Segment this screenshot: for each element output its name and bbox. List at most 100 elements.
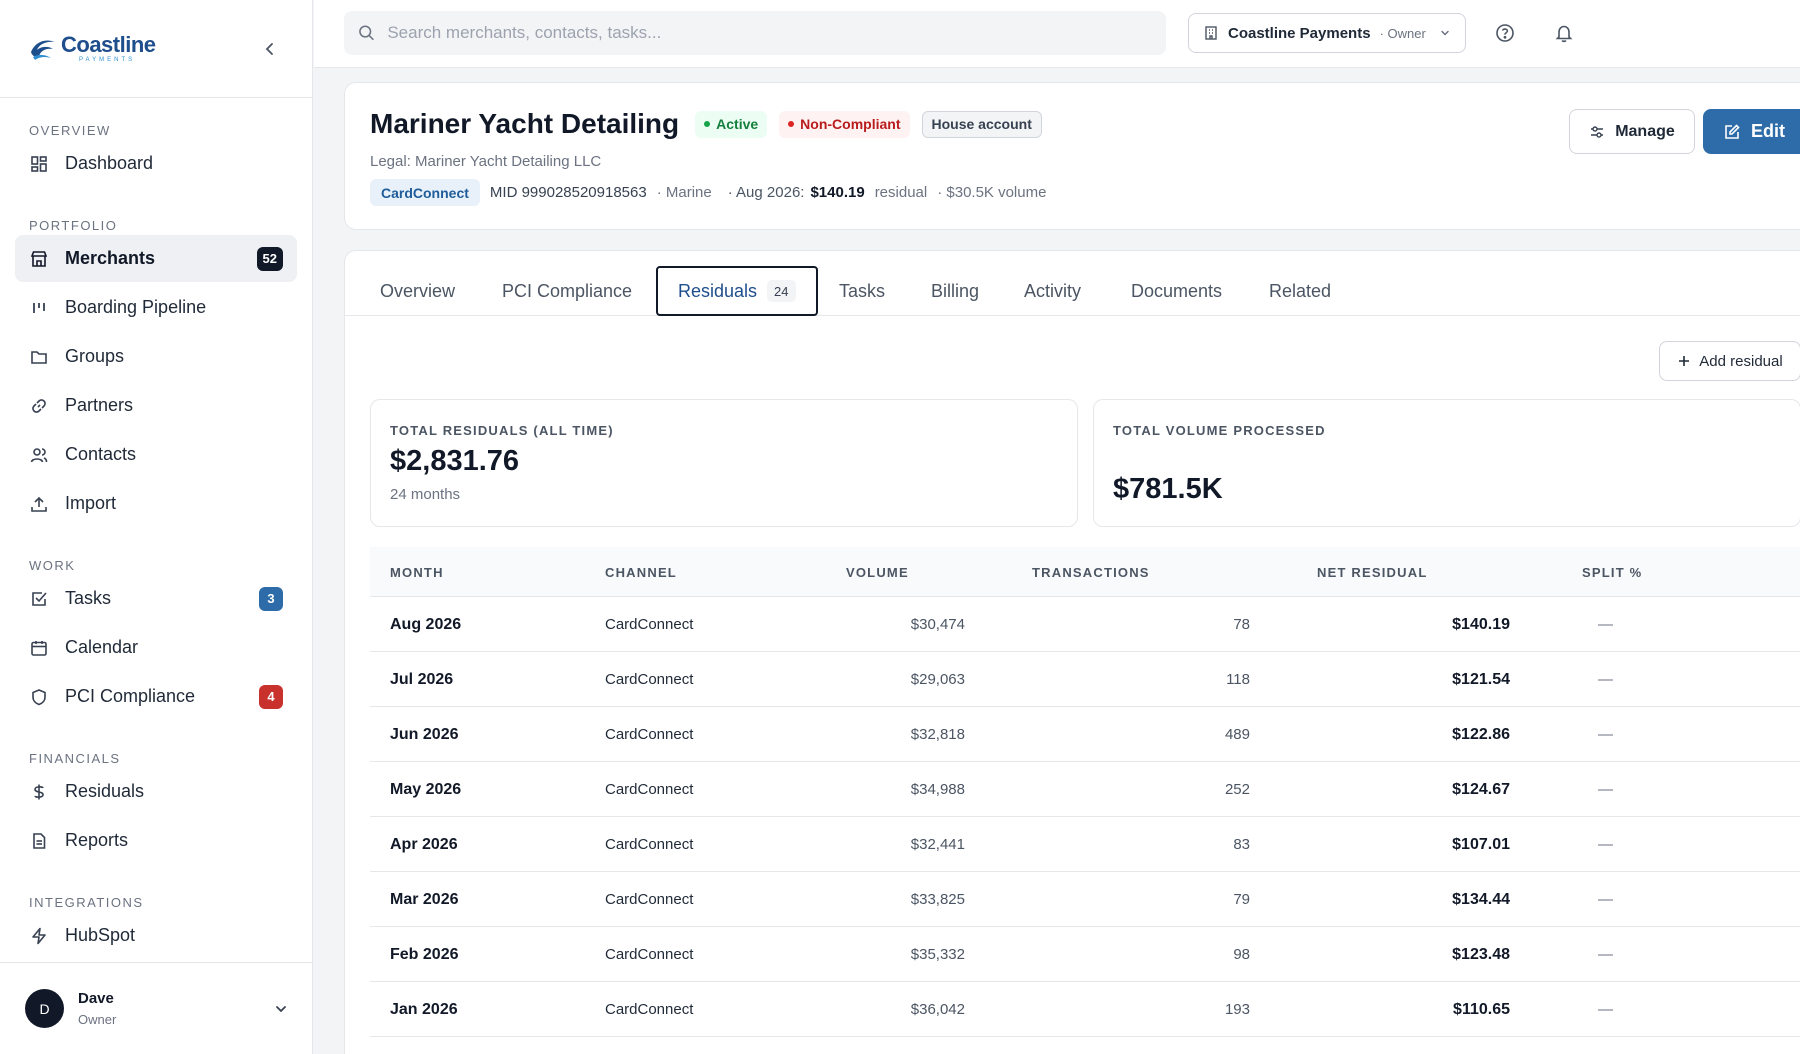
sidebar-item-merchants[interactable]: Merchants 52 — [15, 235, 297, 282]
add-residual-label: Add residual — [1699, 352, 1783, 370]
tab-label: Tasks — [839, 280, 886, 301]
section-label-integrations: INTEGRATIONS — [29, 895, 144, 910]
column-header-channel[interactable]: CHANNEL — [605, 547, 677, 597]
sidebar-item-dashboard[interactable]: Dashboard — [15, 140, 297, 187]
column-header-net-residual[interactable]: NET RESIDUAL — [1317, 547, 1427, 597]
tab-pci-compliance[interactable]: PCI Compliance — [502, 266, 632, 316]
logo-row: Coastline PAYMENTS — [0, 0, 312, 98]
org-role: · Owner — [1379, 25, 1426, 41]
sidebar-item-boarding-pipeline[interactable]: Boarding Pipeline — [15, 284, 297, 331]
section-label-work: WORK — [29, 558, 76, 573]
dollar-icon — [29, 782, 49, 802]
tab-documents[interactable]: Documents — [1131, 266, 1222, 316]
tab-activity[interactable]: Activity — [1024, 266, 1081, 316]
edit-button[interactable]: Edit — [1703, 109, 1800, 154]
tab-billing[interactable]: Billing — [931, 266, 979, 316]
topbar: Coastline Payments · Owner — [314, 0, 1800, 68]
cell-channel: CardConnect — [605, 671, 694, 688]
cell-net-residual: $134.44 — [1452, 890, 1510, 908]
pci-count-badge: 4 — [259, 684, 283, 709]
sidebar-item-label: PCI Compliance — [65, 686, 196, 706]
column-header-transactions[interactable]: TRANSACTIONS — [1032, 547, 1150, 597]
tab-bar: Overview PCI Compliance Residuals 24 Tas… — [345, 251, 1800, 316]
stat-value: $2,831.76 — [390, 445, 520, 477]
sidebar-item-contacts[interactable]: Contacts — [15, 431, 297, 478]
users-icon — [29, 445, 49, 465]
tab-related[interactable]: Related — [1269, 266, 1331, 316]
manage-button[interactable]: Manage — [1569, 109, 1695, 154]
section-label-overview: OVERVIEW — [29, 123, 111, 138]
cell-split: — — [1598, 1001, 1613, 1018]
search-input[interactable] — [387, 23, 1152, 43]
sidebar-item-label: Contacts — [65, 444, 137, 464]
tab-overview[interactable]: Overview — [380, 266, 455, 316]
sidebar-item-tasks[interactable]: Tasks 3 — [15, 575, 297, 622]
sidebar-nav: OVERVIEW Dashboard PORTFOLIO Merchants 5… — [0, 98, 312, 959]
cell-channel: CardConnect — [605, 1001, 694, 1018]
legal-name: Legal: Mariner Yacht Detailing LLC — [370, 153, 602, 170]
cell-month: Jan 2026 — [390, 1000, 458, 1018]
table-row[interactable]: Apr 2026 CardConnect $32,441 83 $107.01 — — [370, 817, 1800, 872]
folder-icon — [29, 347, 49, 367]
building-icon — [1205, 26, 1217, 40]
org-name: Coastline Payments — [1228, 24, 1371, 42]
column-header-volume[interactable]: VOLUME — [846, 547, 909, 597]
document-icon — [29, 831, 49, 851]
help-button[interactable] — [1494, 22, 1516, 44]
sidebar-item-groups[interactable]: Groups — [15, 333, 297, 380]
column-header-month[interactable]: MONTH — [390, 547, 444, 597]
status-badge: Active — [695, 110, 768, 138]
cell-transactions: 193 — [1224, 1001, 1250, 1018]
sidebar-item-reports[interactable]: Reports — [15, 817, 297, 864]
merchant-header-card: Mariner Yacht Detailing Active Non-Compl… — [344, 82, 1800, 230]
cell-volume: $30,474 — [910, 616, 965, 633]
cell-volume: $36,042 — [910, 1001, 965, 1018]
table-row[interactable]: Mar 2026 CardConnect $33,825 79 $134.44 — — [370, 872, 1800, 927]
tab-count-badge: 24 — [767, 280, 796, 302]
cell-net-residual: $140.19 — [1452, 615, 1510, 633]
section-label-financials: FINANCIALS — [29, 751, 121, 766]
tab-label: Activity — [1024, 280, 1082, 301]
sidebar-item-hubspot[interactable]: HubSpot — [15, 912, 297, 959]
brand-logo[interactable]: Coastline PAYMENTS — [29, 34, 156, 63]
table-row[interactable]: Aug 2026 CardConnect $30,474 78 $140.19 — — [370, 597, 1800, 652]
sidebar-item-partners[interactable]: Partners — [15, 382, 297, 429]
cell-transactions: 78 — [1233, 616, 1250, 633]
table-row[interactable]: Jan 2026 CardConnect $36,042 193 $110.65 — — [370, 982, 1800, 1037]
tab-tasks[interactable]: Tasks — [839, 266, 885, 316]
user-name: Dave — [78, 990, 114, 1007]
cell-split: — — [1598, 836, 1613, 853]
cell-split: — — [1598, 891, 1613, 908]
cell-month: Mar 2026 — [390, 890, 459, 908]
cell-split: — — [1598, 616, 1613, 633]
stat-value: $781.5K — [1113, 473, 1223, 505]
collapse-sidebar-button[interactable] — [258, 37, 282, 61]
cell-transactions: 252 — [1224, 781, 1250, 798]
table-row[interactable]: Jun 2026 CardConnect $32,818 489 $122.86 — — [370, 707, 1800, 762]
table-row[interactable]: Feb 2026 CardConnect $35,332 98 $123.48 — — [370, 927, 1800, 982]
period-residual: $140.19 — [810, 184, 865, 201]
sidebar-item-import[interactable]: Import — [15, 480, 297, 527]
add-residual-button[interactable]: Add residual — [1659, 341, 1800, 381]
notifications-button[interactable] — [1553, 22, 1575, 44]
cell-net-residual: $107.01 — [1452, 835, 1510, 853]
section-label-portfolio: PORTFOLIO — [29, 218, 118, 233]
search-bar[interactable] — [344, 11, 1166, 55]
column-header-split[interactable]: SPLIT % — [1582, 547, 1642, 597]
sidebar-item-calendar[interactable]: Calendar — [15, 624, 297, 671]
sidebar-item-residuals[interactable]: Residuals — [15, 768, 297, 815]
processor-tag: CardConnect — [370, 179, 480, 206]
period-label: · Aug 2026: — [727, 184, 805, 201]
industry: · Marine — [656, 184, 712, 201]
table-row[interactable]: May 2026 CardConnect $34,988 252 $124.67 — — [370, 762, 1800, 817]
shield-icon — [29, 687, 49, 707]
total-residuals-card: TOTAL RESIDUALS (ALL TIME) $2,831.76 24 … — [370, 399, 1078, 527]
org-switcher[interactable]: Coastline Payments · Owner — [1188, 13, 1466, 53]
table-row[interactable]: Jul 2026 CardConnect $29,063 118 $121.54 — — [370, 652, 1800, 707]
tab-residuals[interactable]: Residuals 24 — [656, 266, 818, 316]
cell-month: Feb 2026 — [390, 945, 459, 963]
help-icon — [1496, 24, 1514, 42]
user-menu[interactable]: D Dave Owner — [0, 962, 313, 1054]
sidebar-item-pci-compliance[interactable]: PCI Compliance 4 — [15, 673, 297, 720]
cell-month: Apr 2026 — [390, 835, 458, 853]
